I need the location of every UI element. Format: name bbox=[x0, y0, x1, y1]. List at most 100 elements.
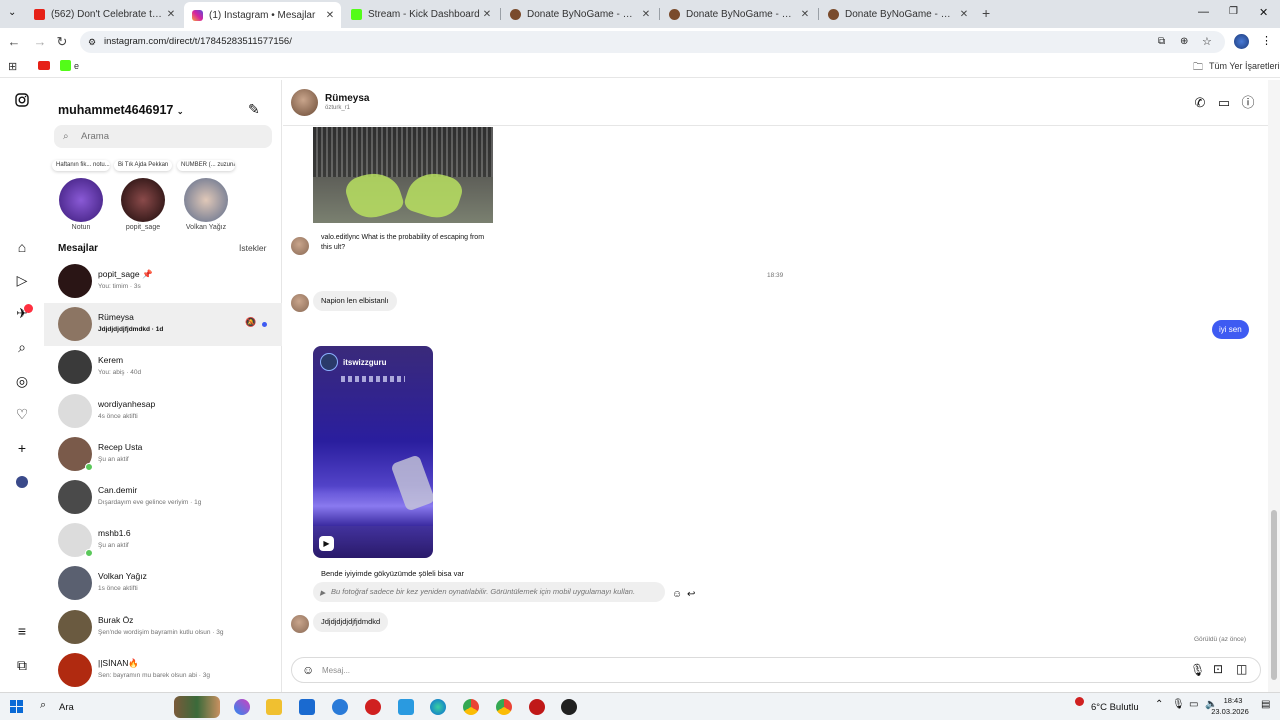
microphone-icon[interactable]: 🎙 bbox=[1190, 663, 1205, 677]
tab-youtube[interactable]: (562) Don't Celebrate too Early! ✕ bbox=[26, 4, 182, 24]
create-plus-icon[interactable]: + bbox=[12, 438, 32, 458]
bookmark-star-icon[interactable]: ☆ bbox=[1202, 31, 1212, 53]
maximize-icon[interactable]: ❐ bbox=[1229, 6, 1238, 17]
tab-list-dropdown-icon[interactable]: ⌄ bbox=[8, 7, 16, 18]
instagram-logo-icon[interactable] bbox=[12, 92, 32, 112]
reel-play-icon[interactable]: ▶ bbox=[319, 536, 334, 551]
edge-icon[interactable] bbox=[430, 699, 446, 715]
emoji-picker-icon[interactable]: ☺ bbox=[302, 663, 314, 677]
notifications-heart-icon[interactable]: ♡ bbox=[12, 404, 32, 424]
minimize-icon[interactable]: — bbox=[1198, 6, 1209, 18]
profile-avatar[interactable] bbox=[1234, 34, 1249, 49]
note-item[interactable]: Haftanın fik... notu... Notun bbox=[46, 158, 116, 231]
app-icon[interactable] bbox=[332, 699, 348, 715]
reels-icon[interactable]: ▷ bbox=[12, 270, 32, 290]
zoom-icon[interactable]: ⊕ bbox=[1180, 31, 1188, 53]
app-red-icon[interactable] bbox=[365, 699, 381, 715]
close-tab-icon[interactable]: ✕ bbox=[798, 9, 812, 20]
notifications-icon[interactable]: ▤ bbox=[1261, 699, 1270, 710]
tab-kick[interactable]: Stream - Kick Dashboard ✕ bbox=[343, 4, 498, 24]
site-info-icon[interactable]: ⚙ bbox=[88, 31, 96, 53]
apps-grid-icon[interactable]: ⊞ bbox=[8, 60, 17, 73]
app-red-icon-2[interactable] bbox=[529, 699, 545, 715]
search-input[interactable]: ⌕ Arama bbox=[54, 125, 272, 148]
tab-bynogame-2[interactable]: Donate ByNoGame - BNG Stream ✕ bbox=[661, 4, 816, 24]
app-dark-icon[interactable] bbox=[561, 699, 577, 715]
message-input-placeholder[interactable]: Mesaj... bbox=[322, 666, 350, 675]
bookmark-kick-label[interactable]: e bbox=[74, 61, 79, 71]
tray-expand-icon[interactable]: ⌃ bbox=[1155, 699, 1163, 710]
conversation-item[interactable]: Kerem You: abiş · 40d bbox=[44, 346, 282, 389]
conversation-item[interactable]: ||SİNAN🔥 Sen: bayramın mu barek olsun abi… bbox=[44, 649, 282, 692]
more-menu-icon[interactable]: ≡ bbox=[12, 621, 32, 641]
browser-menu-icon[interactable]: ⋮ bbox=[1261, 34, 1272, 47]
sticker-icon[interactable]: ◫ bbox=[1236, 662, 1247, 676]
chat-avatar[interactable] bbox=[291, 89, 318, 116]
reload-icon[interactable]: ↻ bbox=[54, 34, 70, 50]
close-tab-icon[interactable]: ✕ bbox=[323, 10, 337, 21]
chat-scrollbar[interactable] bbox=[1268, 80, 1280, 692]
shared-post-image[interactable] bbox=[313, 127, 493, 223]
conversation-item[interactable]: Can.demir Dışardayım eve gelince veriyim … bbox=[44, 476, 282, 519]
close-window-icon[interactable]: ✕ bbox=[1259, 6, 1268, 19]
conversation-item[interactable]: Recep Usta Şu an aktif bbox=[44, 433, 282, 476]
close-tab-icon[interactable]: ✕ bbox=[639, 9, 653, 20]
chat-contact-name[interactable]: Rümeysa bbox=[325, 93, 369, 104]
install-app-icon[interactable]: ⧉ bbox=[1158, 31, 1165, 53]
note-item[interactable]: NUMBER (... zuzuna Bu saattem so... Volk… bbox=[171, 158, 241, 231]
close-tab-icon[interactable]: ✕ bbox=[480, 9, 494, 20]
close-tab-icon[interactable]: ✕ bbox=[957, 9, 971, 20]
conversation-item[interactable]: Rümeysa Jdjdjdjdjfjdmdkd · 1d 🔕 bbox=[44, 303, 282, 347]
expired-photo-text: Bu fotoğraf sadece bir kez yeniden oynat… bbox=[331, 587, 636, 596]
home-icon[interactable]: ⌂ bbox=[12, 237, 32, 257]
tab-bynogame-1[interactable]: Donate ByNoGame - Streamer ✕ bbox=[502, 4, 657, 24]
message-composer[interactable]: ☺ Mesaj... 🎙 ⊡ ◫ bbox=[291, 657, 1261, 683]
gallery-icon[interactable]: ⊡ bbox=[1213, 662, 1223, 676]
chrome-icon[interactable] bbox=[463, 699, 479, 715]
bookmark-kick-icon[interactable] bbox=[60, 60, 71, 71]
all-bookmarks-link[interactable]: Tüm Yer İşaretleri bbox=[1209, 61, 1280, 71]
app-blue-icon[interactable] bbox=[398, 699, 414, 715]
phone-call-icon[interactable]: ✆ bbox=[1191, 94, 1209, 112]
profile-avatar[interactable] bbox=[16, 476, 28, 488]
meta-apps-icon[interactable]: ⧉ bbox=[12, 655, 32, 675]
new-tab-button[interactable]: + bbox=[982, 5, 990, 21]
clock-time[interactable]: 18:43 bbox=[1212, 696, 1254, 705]
clock-date[interactable]: 23.03.2026 bbox=[1204, 707, 1256, 716]
conversation-item[interactable]: wordiyanhesap 4s önce aktifti bbox=[44, 390, 282, 433]
video-call-icon[interactable]: ▭ bbox=[1215, 94, 1233, 112]
close-tab-icon[interactable]: ✕ bbox=[164, 9, 178, 20]
tab-instagram[interactable]: (1) Instagram • Mesajlar ✕ bbox=[184, 2, 341, 28]
taskbar-search-icon[interactable]: ⌕ bbox=[40, 699, 46, 712]
info-icon[interactable]: ⓘ bbox=[1239, 94, 1257, 112]
new-message-icon[interactable]: ✎ bbox=[248, 101, 260, 118]
search-icon[interactable]: ⌕ bbox=[12, 337, 32, 357]
forward-icon[interactable]: → bbox=[32, 34, 48, 50]
react-emoji-icon[interactable]: ☺ bbox=[672, 589, 682, 600]
file-explorer-icon[interactable] bbox=[266, 699, 282, 715]
back-icon[interactable]: ← bbox=[6, 34, 22, 50]
conversation-item[interactable]: Volkan Yağız 1s önce aktifti bbox=[44, 562, 282, 605]
conversation-item[interactable]: popit_sage 📌 You: timim · 3s bbox=[44, 260, 282, 303]
microphone-tray-icon[interactable]: 🎙 bbox=[1172, 699, 1185, 710]
store-icon[interactable] bbox=[299, 699, 315, 715]
chrome-icon-2[interactable] bbox=[496, 699, 512, 715]
conversation-name: Rümeysa bbox=[98, 312, 134, 323]
conversation-item[interactable]: Burak Öz Şen'nde wordişim bayramin kutlu … bbox=[44, 606, 282, 649]
weather-text[interactable]: 6°C Bulutlu bbox=[1091, 702, 1139, 713]
search-highlight-image[interactable] bbox=[174, 696, 220, 718]
start-windows-icon[interactable] bbox=[10, 700, 23, 713]
tab-bynogame-3[interactable]: Donate ByNoGame - BNG Stream ✕ bbox=[820, 4, 975, 24]
taskbar-search-label[interactable]: Ara bbox=[59, 702, 74, 713]
requests-link[interactable]: İstekler bbox=[239, 243, 266, 253]
conversation-item[interactable]: mshb1.6 Şu an aktif bbox=[44, 519, 282, 562]
shared-reel-card[interactable]: itswizzguru ▶ bbox=[313, 346, 433, 558]
note-item[interactable]: Bi Tık Ajda Pekkan popit_sage bbox=[108, 158, 178, 231]
copilot-icon[interactable] bbox=[234, 699, 250, 715]
network-icon[interactable]: ▭ bbox=[1189, 699, 1198, 710]
url-field[interactable]: ⚙ instagram.com/direct/t/178452835115771… bbox=[80, 31, 1225, 53]
reply-icon[interactable]: ↩ bbox=[687, 589, 695, 600]
bookmark-youtube-icon[interactable] bbox=[38, 61, 50, 70]
account-username[interactable]: muhammet4646917 ⌄ bbox=[58, 103, 184, 117]
explore-icon[interactable]: ◎ bbox=[12, 371, 32, 391]
